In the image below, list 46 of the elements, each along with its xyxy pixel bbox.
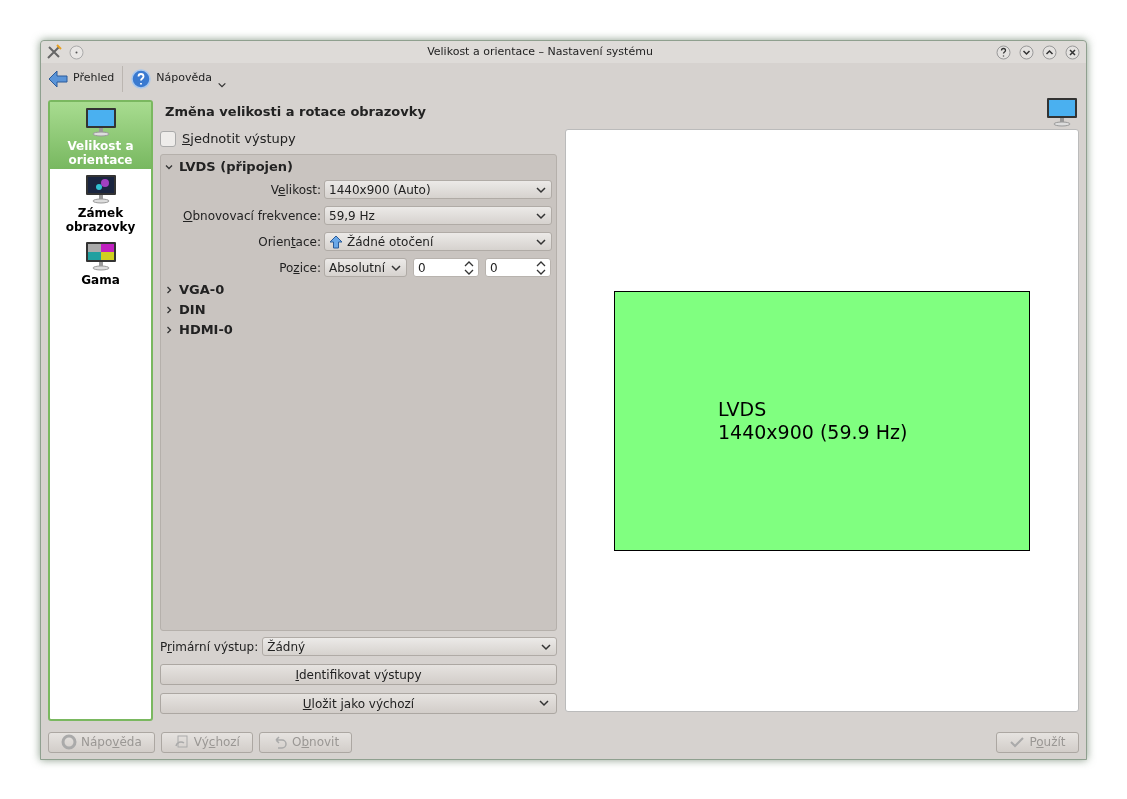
sidebar-item[interactable]: Zámek obrazovky [50, 169, 151, 236]
window-title: Velikost a orientace – Nastavení systému [426, 43, 654, 60]
screen-name: LVDS [718, 397, 768, 421]
output-name: VGA-0 [179, 281, 225, 300]
save-default-button[interactable]: Uložit jako výchozí [160, 693, 557, 714]
toolbar-button[interactable]: Přehled [48, 65, 115, 92]
unify-checkbox[interactable]: Sjednotit výstupy [160, 129, 557, 149]
field-label: Obnovovací frekvence: [182, 207, 321, 225]
toolbar-button[interactable]: Nápověda [131, 65, 227, 92]
monitor-icon [84, 241, 117, 271]
sidebar-item[interactable]: Gama [50, 236, 151, 289]
field-label: Pozice: [278, 259, 321, 277]
y-spinbox[interactable]: 0 [485, 258, 551, 277]
document-icon [173, 734, 190, 750]
help-button-icon[interactable] [996, 44, 1011, 60]
close-button-icon[interactable] [1065, 44, 1080, 60]
identify-button[interactable]: Identifikovat výstupy [160, 664, 557, 685]
minimize-button-icon[interactable] [1019, 44, 1034, 60]
output-name: HDMI-0 [179, 321, 233, 340]
help-icon [131, 68, 152, 89]
page-heading: Změna velikosti a rotace obrazovky [165, 103, 426, 122]
primary-output-label: Primární výstup: [160, 638, 259, 656]
up-arrow-icon [329, 234, 343, 249]
field-label: Velikost: [269, 181, 321, 199]
field-label: Orientace: [257, 233, 321, 251]
primary-output-dropdown[interactable]: Žádný [262, 637, 557, 656]
monitor-icon [84, 107, 117, 137]
spinner-arrows-icon [464, 260, 474, 275]
chevron-down-icon [538, 697, 550, 709]
output-name: LVDS (připojen) [179, 158, 294, 177]
left-arrow-icon [48, 69, 68, 88]
dropdown[interactable]: 59,9 Hz [324, 206, 552, 225]
maximize-button-icon[interactable] [1042, 44, 1057, 60]
dropdown[interactable]: Absolutní [324, 258, 407, 277]
dropdown[interactable]: Žádné otočení [324, 232, 552, 251]
x-spinbox[interactable]: 0 [413, 258, 479, 277]
spinner-arrows-icon [536, 260, 546, 275]
monitor-icon [84, 174, 117, 204]
screen-mode: 1440x900 (59.9 Hz) [718, 420, 909, 444]
screen-preview[interactable]: LVDS 1440x900 (59.9 Hz) [614, 290, 1030, 551]
monitor-icon [1046, 97, 1078, 127]
checkbox[interactable] [160, 131, 176, 147]
dropdown[interactable]: 1440x900 (Auto) [324, 180, 552, 199]
tools-icon [46, 44, 62, 60]
output-name: DIN [179, 301, 206, 320]
checkmark-icon [1009, 736, 1026, 748]
